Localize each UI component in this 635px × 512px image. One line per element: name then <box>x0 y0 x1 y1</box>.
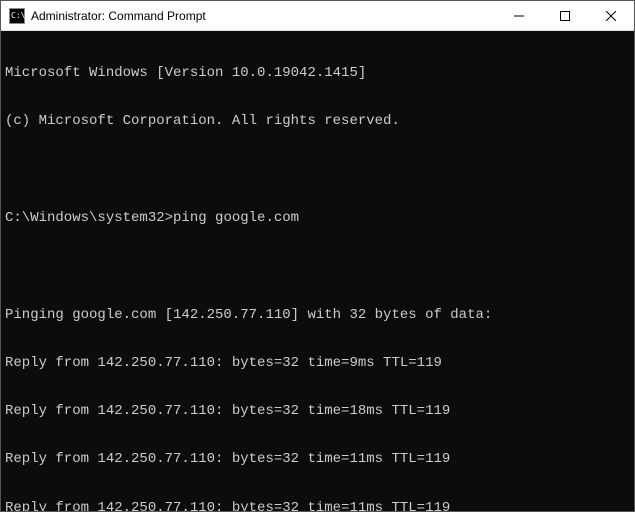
blank-line <box>5 258 630 274</box>
window-controls <box>496 1 634 30</box>
window-title: Administrator: Command Prompt <box>31 9 496 23</box>
titlebar[interactable]: C:\ Administrator: Command Prompt <box>1 1 634 31</box>
prompt-line-1: C:\Windows\system32>ping google.com <box>5 210 630 226</box>
command-prompt-window: C:\ Administrator: Command Prompt Micros… <box>0 0 635 512</box>
minimize-button[interactable] <box>496 1 542 30</box>
version-line: Microsoft Windows [Version 10.0.19042.14… <box>5 65 630 81</box>
close-button[interactable] <box>588 1 634 30</box>
reply-line: Reply from 142.250.77.110: bytes=32 time… <box>5 403 630 419</box>
reply-line: Reply from 142.250.77.110: bytes=32 time… <box>5 355 630 371</box>
blank-line <box>5 162 630 178</box>
terminal-output[interactable]: Microsoft Windows [Version 10.0.19042.14… <box>1 31 634 511</box>
maximize-button[interactable] <box>542 1 588 30</box>
svg-text:C:\: C:\ <box>11 11 25 20</box>
prompt-prefix: C:\Windows\system32> <box>5 210 173 226</box>
cmd-icon: C:\ <box>9 8 25 24</box>
copyright-line: (c) Microsoft Corporation. All rights re… <box>5 113 630 129</box>
typed-command: ping google.com <box>173 210 299 226</box>
reply-line: Reply from 142.250.77.110: bytes=32 time… <box>5 500 630 511</box>
reply-line: Reply from 142.250.77.110: bytes=32 time… <box>5 451 630 467</box>
pinging-line: Pinging google.com [142.250.77.110] with… <box>5 307 630 323</box>
